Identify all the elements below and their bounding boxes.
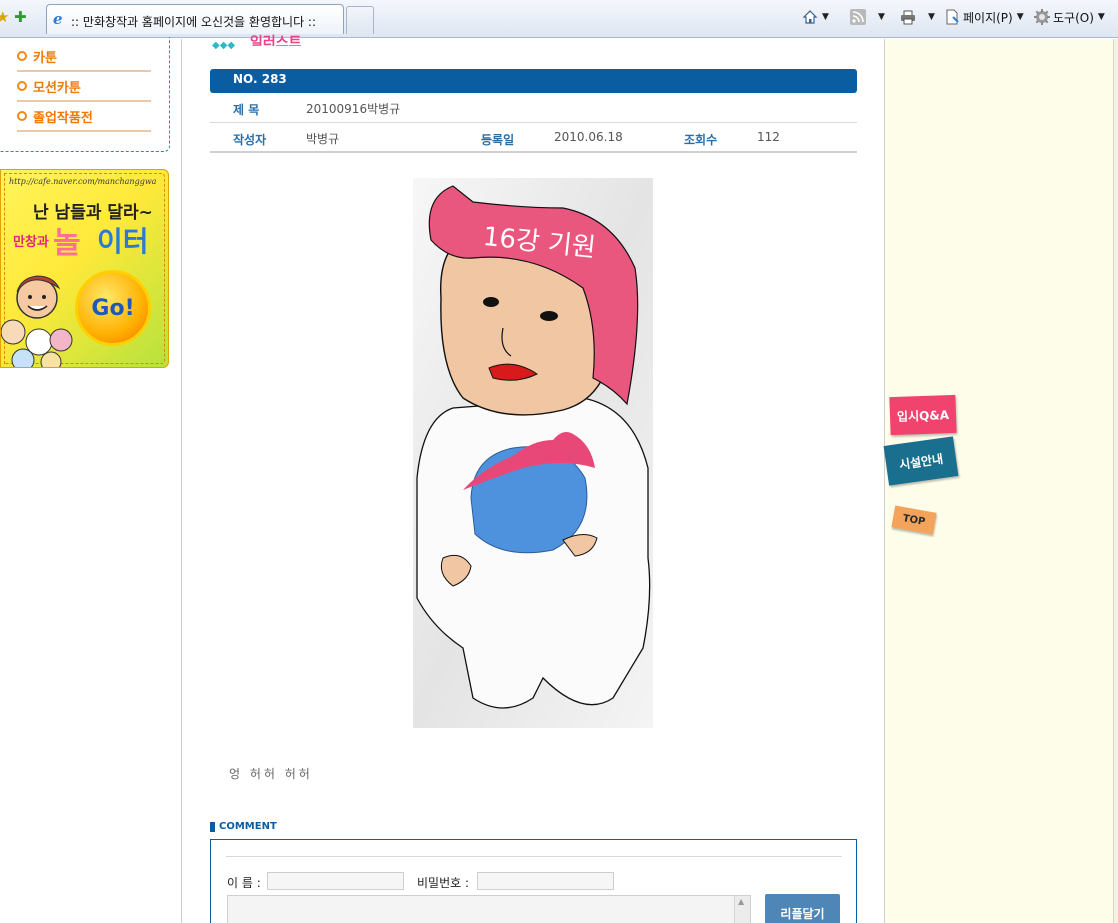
banner-url: http://cafe.naver.com/manchanggwa	[9, 177, 157, 186]
gear-icon	[1034, 9, 1050, 25]
post-title: 20100916박병규	[306, 102, 401, 116]
comment-textarea[interactable]: ▲	[227, 895, 751, 923]
ie-icon: e	[53, 10, 63, 28]
go-label: Go!	[91, 295, 135, 321]
post-views: 112	[757, 130, 780, 144]
page-menu-label: 페이지(P)	[963, 10, 1013, 25]
divider	[226, 856, 842, 857]
quick-link-admissions-qna[interactable]: 입시Q&A	[889, 394, 957, 436]
textarea-scrollbar[interactable]: ▲	[734, 896, 750, 923]
sidebar-item-label: 졸업작품전	[33, 110, 93, 126]
comment-heading-text: COMMENT	[219, 821, 277, 832]
sidebar-menu: 카툰 모션카툰 졸업작품전	[0, 37, 170, 152]
heading-marker	[210, 821, 215, 832]
comment-heading: COMMENT	[210, 821, 277, 832]
banner-brand-big-a: 놀	[53, 226, 81, 261]
bullet-circle-icon	[17, 81, 27, 91]
sidebar-item-cartoon[interactable]: 카툰	[17, 42, 151, 72]
section-title-partial: 일러스트	[250, 35, 302, 46]
tools-menu-label: 도구(O)	[1053, 10, 1094, 25]
scroll-up-icon[interactable]: ▲	[738, 897, 744, 906]
browser-toolbar: ★ ✚ e :: 만화창작과 홈페이지에 오신것을 환영합니다 :: ▼ ▼ ▼…	[0, 0, 1118, 38]
post-date: 2010.06.18	[554, 130, 623, 144]
rss-feed-icon	[850, 9, 866, 25]
sidebar-item-label: 카툰	[33, 50, 57, 66]
post-number-bar: NO. 283	[210, 69, 857, 93]
favorites-star-icon[interactable]: ★	[0, 9, 9, 25]
page-icon	[944, 9, 960, 25]
feeds-button[interactable]: ▼	[850, 8, 885, 26]
name-input[interactable]	[267, 872, 404, 890]
views-label: 조회수	[684, 133, 718, 147]
cartoon-characters-illustration	[1, 275, 73, 367]
post-body-text: 엉 허허 허허	[229, 767, 313, 781]
reply-submit-button[interactable]: 리플달기	[765, 894, 840, 923]
browser-tab-active[interactable]: e :: 만화창작과 홈페이지에 오신것을 환영합니다 ::	[46, 4, 344, 34]
tools-dropdown-icon: ▼	[1097, 12, 1105, 22]
password-label: 비밀번호 :	[417, 876, 470, 890]
add-favorite-icon[interactable]: ✚	[14, 9, 27, 25]
author-label: 작성자	[233, 133, 267, 147]
new-tab-button[interactable]	[346, 6, 374, 34]
section-diamond-icon: ◆◆◆	[212, 40, 236, 51]
page-scrollbar[interactable]	[1113, 39, 1118, 923]
name-label: 이 름 :	[227, 876, 261, 890]
home-dropdown-icon[interactable]: ▼	[822, 12, 829, 22]
title-label: 제 목	[233, 103, 260, 117]
banner-brand-small: 만창과	[13, 235, 49, 250]
sidebar-item-graduation-exhibition[interactable]: 졸업작품전	[17, 102, 151, 132]
sidebar-item-motion-cartoon[interactable]: 모션카툰	[17, 72, 151, 102]
date-label: 등록일	[481, 133, 515, 147]
bullet-circle-icon	[17, 51, 27, 61]
post-title-row: 제 목 20100916박병규	[210, 93, 857, 123]
left-sidebar: 카툰 모션카툰 졸업작품전 http://cafe.naver.com/manc…	[0, 37, 182, 923]
tools-menu[interactable]: 도구(O) ▼	[1034, 8, 1105, 26]
go-button[interactable]: Go!	[75, 270, 151, 346]
password-input[interactable]	[477, 872, 614, 890]
feeds-dropdown-icon[interactable]: ▼	[878, 12, 885, 22]
home-icon	[802, 9, 818, 25]
printer-icon	[900, 9, 916, 25]
page-menu[interactable]: 페이지(P) ▼	[944, 8, 1024, 26]
post-meta-row: 작성자 박병규 등록일 2010.06.18 조회수 112	[210, 123, 857, 153]
tab-title: :: 만화창작과 홈페이지에 오신것을 환영합니다 ::	[71, 15, 317, 29]
print-dropdown-icon[interactable]: ▼	[928, 12, 935, 22]
page-dropdown-icon: ▼	[1016, 12, 1024, 22]
bullet-circle-icon	[17, 111, 27, 121]
home-button[interactable]: ▼	[802, 8, 829, 26]
post-number: NO. 283	[233, 72, 287, 86]
post-artwork-image: 16강 기원	[413, 178, 653, 728]
sidebar-item-label: 모션카툰	[33, 80, 81, 96]
print-button[interactable]: ▼	[900, 8, 935, 26]
comment-form: 이 름 : 비밀번호 : ▲ 리플달기	[210, 839, 857, 923]
banner-brand-big-b: 이터	[97, 225, 149, 258]
cafe-banner[interactable]: http://cafe.naver.com/manchanggwa 난 남들과 …	[0, 169, 169, 368]
post-author: 박병규	[306, 132, 340, 146]
